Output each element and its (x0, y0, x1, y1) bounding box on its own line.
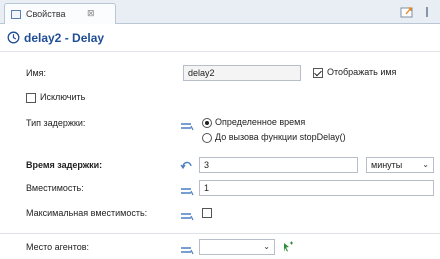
show-name-label: Отображать имя (327, 67, 397, 77)
delay-type-option-fixed: Определенное время (215, 117, 306, 127)
chevron-down-icon: ⌄ (422, 160, 429, 169)
tab-properties-label: Свойства (26, 9, 66, 19)
static-value-icon[interactable] (180, 245, 194, 255)
delay-type-option-stopdelay: До вызова функции stopDelay() (215, 132, 346, 142)
capacity-label: Вместимость: (26, 183, 84, 193)
delay-unit-select[interactable]: минуты ⌄ (366, 157, 434, 173)
exclude-checkbox[interactable] (26, 93, 36, 103)
section-divider (0, 233, 440, 234)
delay-type-label: Тип задержки: (26, 118, 86, 128)
select-location-icon[interactable] (282, 241, 294, 253)
agent-location-select[interactable]: ⌄ (199, 239, 275, 255)
max-capacity-checkbox[interactable] (202, 208, 212, 218)
delay-time-input[interactable]: 3 (199, 157, 358, 173)
show-name-checkbox[interactable] (313, 68, 323, 78)
agent-location-label: Место агентов: (26, 242, 90, 252)
exclude-label: Исключить (40, 92, 86, 102)
name-label: Имя: (26, 68, 47, 78)
properties-header: delay2 - Delay (0, 24, 440, 52)
clock-icon (7, 31, 20, 44)
delay-unit-value: минуты (371, 160, 403, 170)
delay-type-radio-fixed[interactable] (202, 118, 212, 128)
delay-time-label: Время задержки: (26, 160, 103, 170)
view-tab-bar: Свойства ⊠ (0, 0, 440, 25)
tab-properties[interactable]: Свойства ⊠ (4, 3, 116, 25)
properties-icon (11, 10, 21, 19)
static-value-icon[interactable] (180, 121, 194, 131)
delay-type-radio-stopdelay[interactable] (202, 133, 212, 143)
static-value-icon[interactable] (180, 186, 194, 196)
max-capacity-label: Максимальная вместимость: (26, 208, 148, 218)
pin-icon[interactable] (400, 5, 414, 19)
view-menu-icon[interactable] (424, 5, 430, 19)
page-title: delay2 - Delay (24, 31, 105, 45)
name-input[interactable]: delay2 (183, 65, 301, 81)
chevron-down-icon: ⌄ (263, 242, 270, 251)
static-value-icon[interactable] (180, 211, 194, 221)
capacity-input[interactable]: 1 (199, 180, 434, 196)
dynamic-value-icon[interactable] (180, 158, 194, 170)
close-icon[interactable]: ⊠ (87, 8, 95, 19)
